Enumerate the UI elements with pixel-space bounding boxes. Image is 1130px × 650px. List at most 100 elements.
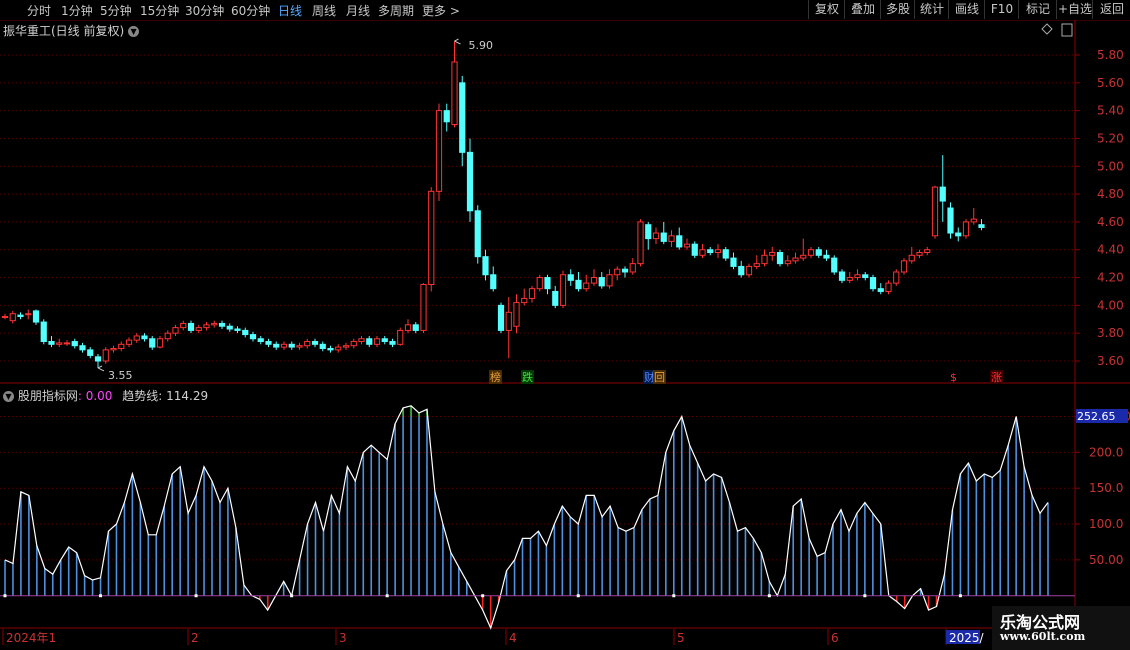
candle-body <box>149 338 156 348</box>
candle-body <box>978 224 985 228</box>
zero-marker <box>767 594 771 598</box>
candle-body <box>885 282 892 292</box>
candle-body <box>180 322 187 329</box>
price-axis-label: 4.20 <box>1097 271 1124 285</box>
time-axis-label: 4 <box>509 631 517 645</box>
candle-body <box>257 338 264 343</box>
candle-body <box>17 314 24 317</box>
candle-body <box>87 349 94 356</box>
event-marker[interactable]: 回 <box>654 371 665 384</box>
time-axis-label: 2025/ <box>949 631 985 645</box>
price-axis-label: 4.80 <box>1097 187 1124 201</box>
current-value-text: 252.65 <box>1077 410 1116 423</box>
time-axis-label: 3 <box>339 631 347 645</box>
candle-body <box>869 277 877 290</box>
candle-body <box>575 279 582 290</box>
candle-body <box>156 338 164 348</box>
candle-body <box>730 257 737 267</box>
price-axis-label: 5.60 <box>1097 76 1124 90</box>
candle-body <box>544 277 551 290</box>
candle-body <box>490 274 497 290</box>
candle-body <box>769 252 776 256</box>
candle-body <box>536 277 543 290</box>
event-marker[interactable]: 榜 <box>490 370 501 384</box>
candle-body <box>505 311 512 331</box>
diamond-icon[interactable] <box>1041 23 1053 35</box>
event-marker[interactable]: 涨 <box>991 371 1002 384</box>
high-price-label: 5.90 <box>469 39 494 52</box>
candle-body <box>862 274 869 279</box>
candle-body <box>474 210 481 258</box>
candle-body <box>699 249 706 256</box>
candle-body <box>412 324 419 331</box>
price-axis-label: 3.80 <box>1097 326 1124 340</box>
candle-body <box>621 268 629 273</box>
event-marker[interactable]: $ <box>950 371 957 384</box>
candle-body <box>722 249 729 259</box>
candle-body <box>900 260 908 273</box>
candle-body <box>280 343 288 348</box>
candle-body <box>745 265 753 276</box>
candle-body <box>71 341 78 347</box>
chart-canvas[interactable]: 5.80 5.60 5.40 5.20 5.00 4.80 4.60 4.40 4.20 4.00… <box>0 0 1130 650</box>
candle-body <box>218 322 226 327</box>
candle-body <box>304 341 311 347</box>
candle-body <box>683 243 691 248</box>
candle-body <box>676 235 683 248</box>
time-axis-label: 5 <box>677 631 685 645</box>
candle-body <box>94 356 102 362</box>
candle-body <box>435 110 443 192</box>
candle-body <box>800 254 807 259</box>
candle-body <box>350 341 357 347</box>
price-axis-label: 4.60 <box>1097 215 1124 229</box>
candle-body <box>955 232 962 237</box>
candle-body <box>513 302 520 327</box>
candle-body <box>164 332 171 340</box>
price-axis-label: 3.60 <box>1097 354 1124 368</box>
candle-body <box>606 274 613 287</box>
candle-body <box>397 329 404 345</box>
candle-body <box>381 338 388 343</box>
candle-body <box>497 304 505 331</box>
candle-body <box>691 243 698 256</box>
candle-body <box>133 335 140 341</box>
candle-body <box>319 343 326 349</box>
event-marker[interactable]: 跌 <box>522 370 533 384</box>
candle-body <box>947 207 954 234</box>
zero-marker <box>672 594 676 598</box>
candle-body <box>203 324 210 329</box>
indicator-axis-label: 150.0 <box>1089 481 1123 495</box>
candle-body <box>521 297 528 304</box>
panel-toggle-icon[interactable] <box>1061 23 1073 37</box>
candle-body <box>32 310 40 323</box>
candle-body <box>443 110 450 123</box>
candle-body <box>761 254 768 265</box>
candle-body <box>970 218 977 223</box>
price-axis-label: 5.80 <box>1097 48 1124 62</box>
candle-body <box>342 345 350 348</box>
candle-body <box>614 268 621 276</box>
candle-body <box>459 82 466 153</box>
candle-body <box>63 342 71 345</box>
candle-body <box>776 252 784 265</box>
candle-body <box>296 345 303 348</box>
candle-body <box>273 343 280 348</box>
zero-marker <box>863 594 867 598</box>
candle-body <box>211 322 218 326</box>
zero-marker <box>576 594 580 598</box>
price-axis-label: 5.20 <box>1097 131 1124 145</box>
candle-body <box>552 290 559 306</box>
candle-body <box>420 284 427 331</box>
candle-body <box>187 322 195 331</box>
candle-body <box>714 249 722 254</box>
zero-marker <box>99 594 103 598</box>
candle-body <box>931 186 939 237</box>
watermark-url: www.60lt.com <box>1000 630 1086 643</box>
candle-body <box>79 345 86 351</box>
candle-body <box>327 347 334 351</box>
time-axis-label: 6 <box>831 631 839 645</box>
candle-body <box>118 343 125 349</box>
candle-body <box>559 274 567 306</box>
candle-body <box>366 338 373 345</box>
candle-body <box>831 257 838 273</box>
